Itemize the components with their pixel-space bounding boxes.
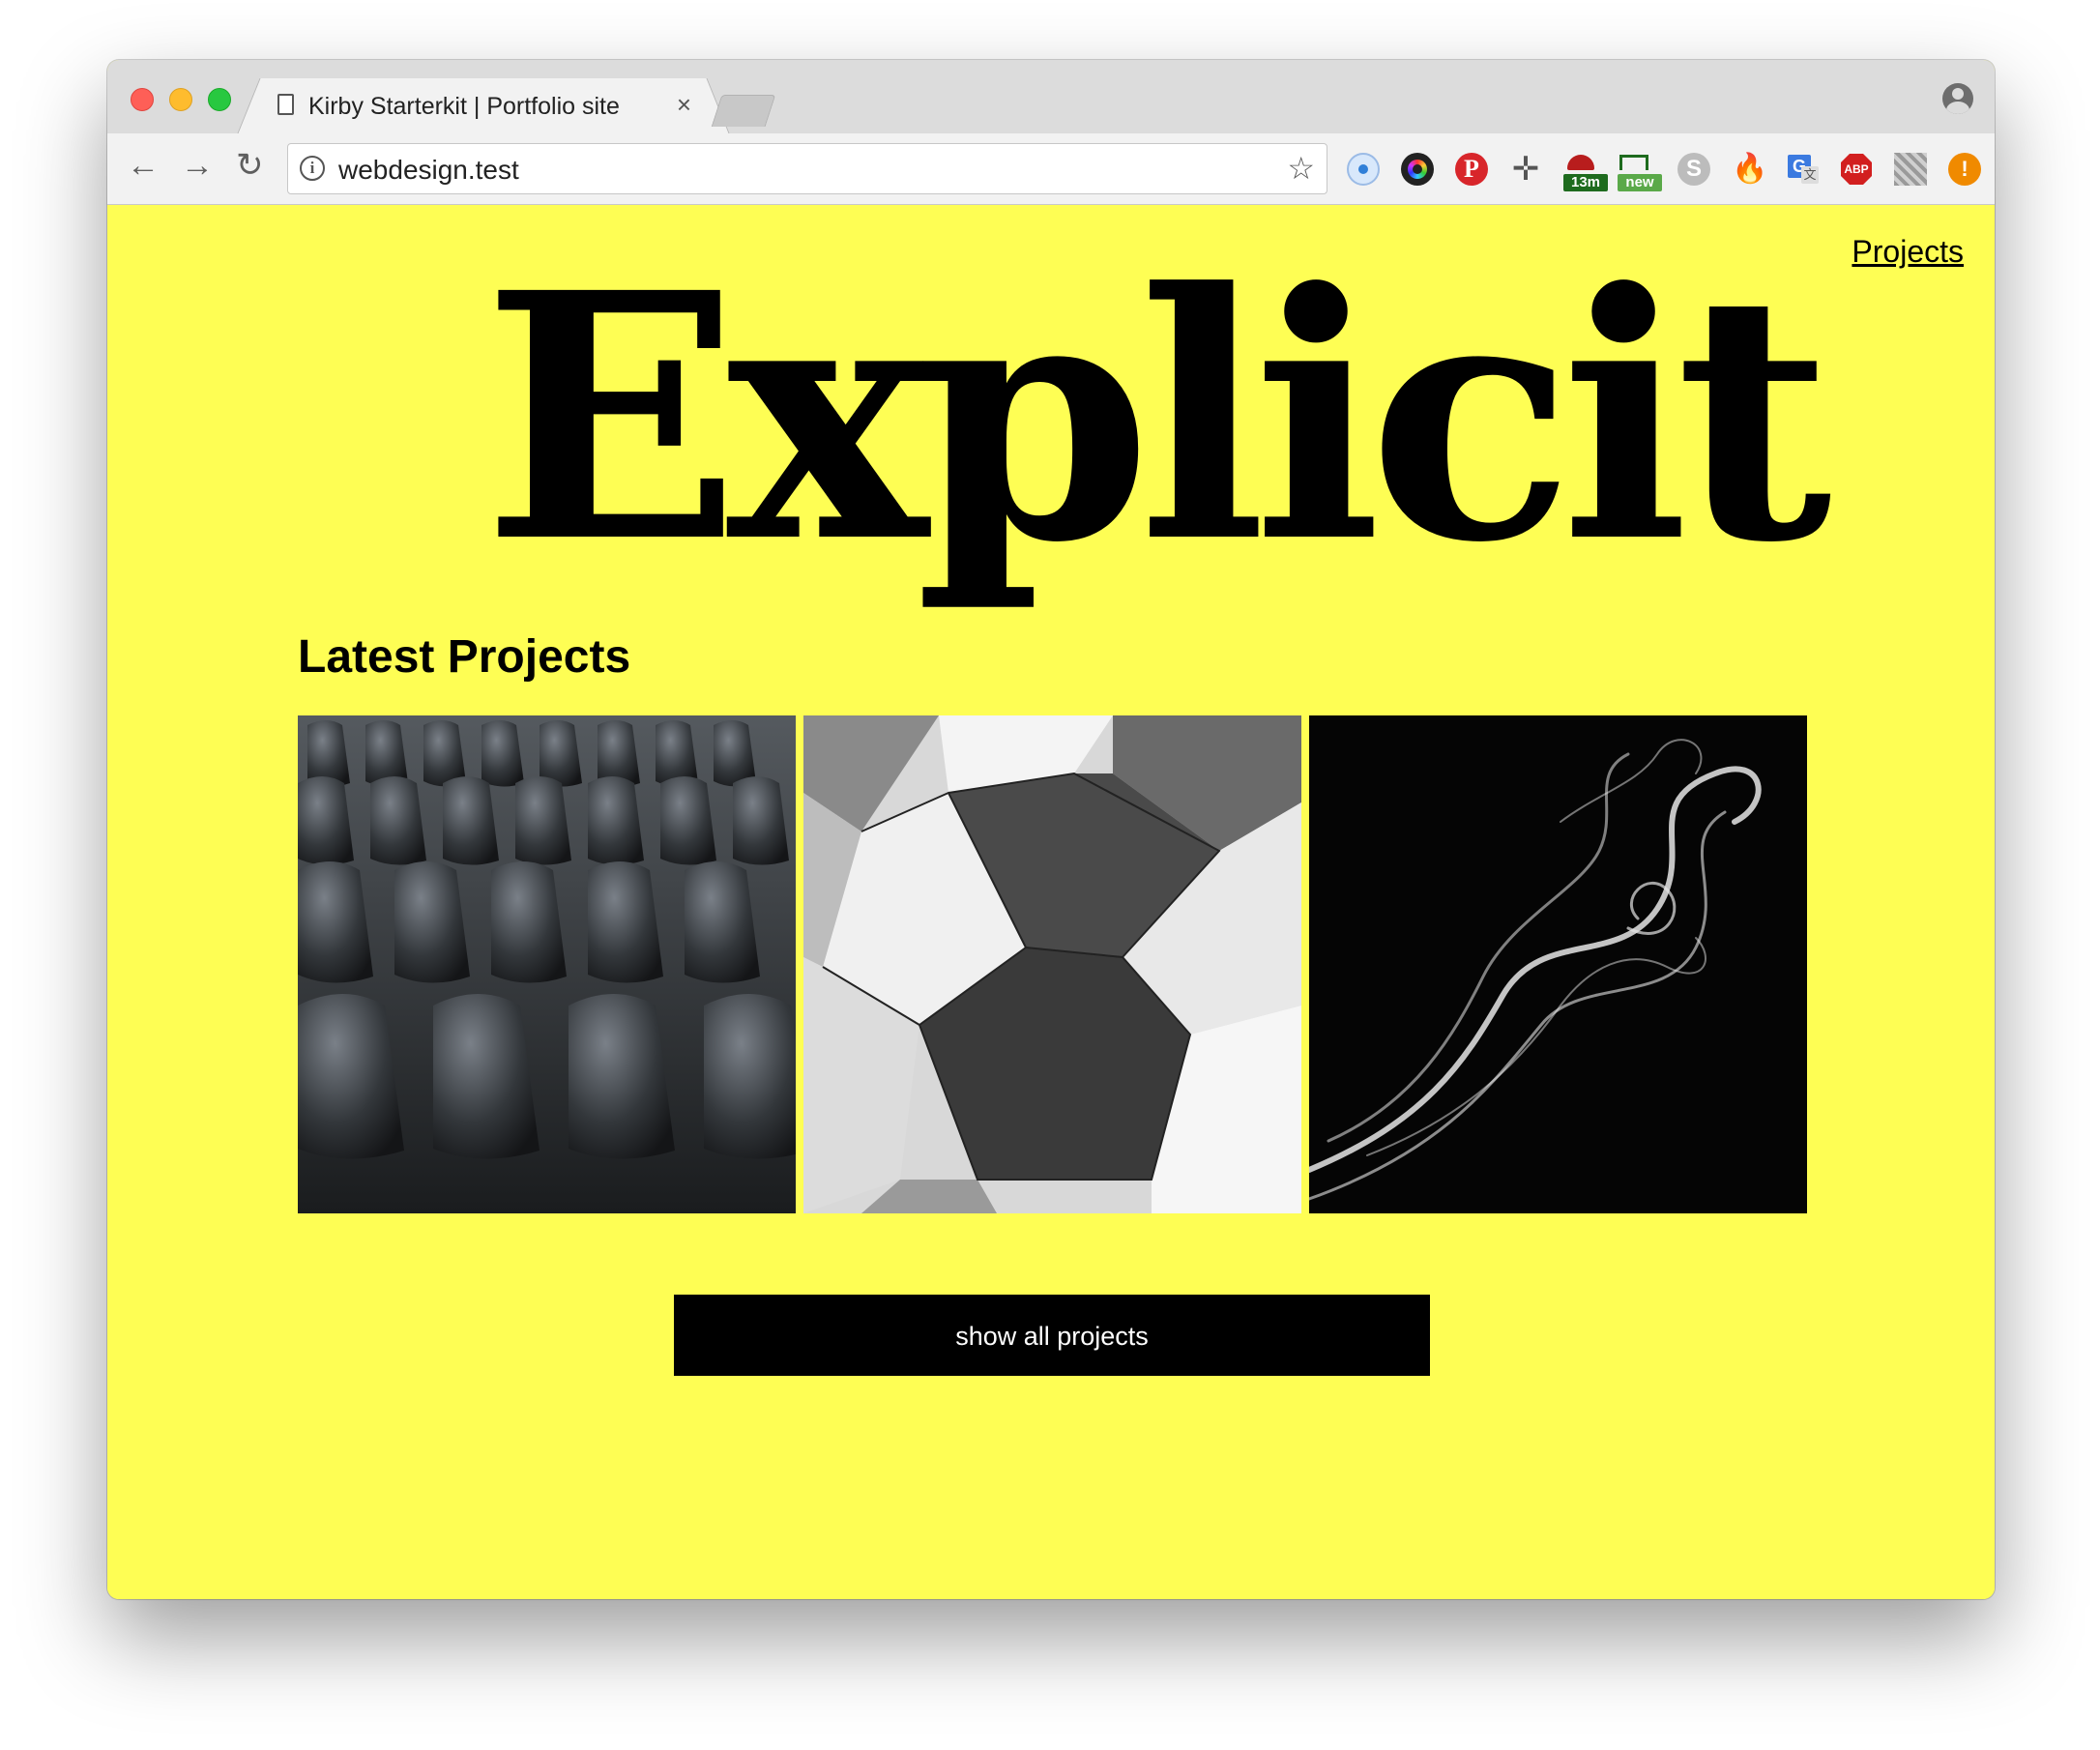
close-window-button[interactable] [131, 88, 154, 111]
browser-toolbar: ← → ↻ i webdesign.test ☆ P ✛ 13m new S 🔥… [107, 133, 1995, 205]
nav-projects-link[interactable]: Projects [1852, 234, 1964, 270]
timer-badge: 13m [1563, 174, 1608, 191]
adblock-label: ABP [1844, 162, 1869, 176]
reload-icon[interactable]: ↻ [236, 146, 264, 185]
tab-title: Kirby Starterkit | Portfolio site [308, 93, 620, 120]
adblock-icon[interactable]: ABP [1840, 153, 1873, 186]
notification-icon[interactable]: ! [1948, 153, 1981, 186]
projects-grid [298, 715, 1807, 1213]
section-title: Latest Projects [298, 631, 631, 683]
forward-icon[interactable]: → [181, 146, 214, 185]
color-picker-icon[interactable] [1401, 153, 1434, 186]
page-content: Projects Explicit Latest Projects show a… [107, 205, 1995, 1599]
notification-label: ! [1961, 157, 1969, 181]
page-icon [277, 94, 294, 115]
timer-icon[interactable]: 13m [1563, 153, 1608, 191]
profile-icon[interactable] [1942, 83, 1973, 114]
info-icon[interactable]: i [300, 156, 325, 181]
site-logo[interactable]: Explicit [482, 248, 1832, 587]
url-text[interactable]: webdesign.test [338, 155, 519, 186]
project-thumbnail-architecture[interactable] [803, 715, 1301, 1213]
minimize-window-button[interactable] [169, 88, 192, 111]
fire-icon[interactable]: 🔥 [1732, 153, 1767, 186]
bookmark-star-icon[interactable]: ☆ [1287, 150, 1315, 187]
project-thumbnail-chairs[interactable] [298, 715, 796, 1213]
pinterest-icon[interactable]: P [1455, 153, 1488, 186]
tab-strip: Kirby Starterkit | Portfolio site × [107, 60, 1995, 133]
skype-icon[interactable]: S [1677, 153, 1710, 186]
safari-extension-icon[interactable] [1347, 153, 1380, 186]
qr-code-icon[interactable] [1894, 153, 1927, 186]
show-all-projects-button[interactable]: show all projects [674, 1295, 1430, 1376]
new-tab-button[interactable] [711, 95, 776, 127]
browser-window: Kirby Starterkit | Portfolio site × ← → … [107, 60, 1995, 1599]
google-translate-icon[interactable]: G 文 [1786, 153, 1819, 186]
browser-tab[interactable]: Kirby Starterkit | Portfolio site × [260, 78, 707, 133]
project-thumbnail-smoke[interactable] [1309, 715, 1807, 1213]
address-bar[interactable]: i webdesign.test ☆ [287, 143, 1327, 194]
zoom-window-button[interactable] [208, 88, 231, 111]
back-icon[interactable]: ← [127, 146, 160, 185]
close-tab-icon[interactable]: × [677, 90, 691, 120]
screenshot-badge: new [1618, 174, 1662, 191]
ruler-icon[interactable]: ✛ [1509, 153, 1542, 186]
screenshot-icon[interactable]: new [1618, 153, 1662, 191]
